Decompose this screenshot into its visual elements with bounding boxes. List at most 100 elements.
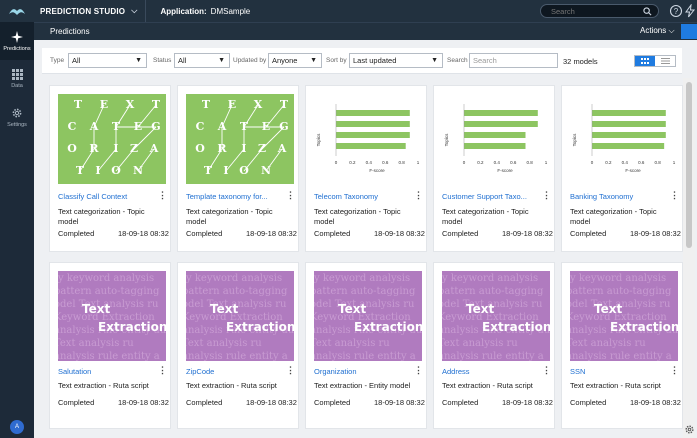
model-name-link[interactable]: Template taxonomy for... — [186, 192, 276, 201]
status-text: Completed — [314, 398, 351, 407]
sidebar-item-predictions[interactable]: Predictions — [0, 22, 34, 60]
model-count-number: 32 — [563, 57, 572, 66]
model-card[interactable]: T E X T C A T E G O R I Z A T I O N Template taxonomy for.… — [177, 85, 299, 252]
chart-bar — [592, 121, 666, 127]
updated-timestamp: 18-09-18 08:32 — [118, 229, 169, 238]
extraction-thumbnail: ty keyword analysispattern auto-taggingo… — [314, 273, 422, 361]
sort-by-value: Last updated — [353, 56, 397, 65]
model-card[interactable]: ty keyword analysis pattern auto-tagging o… — [177, 262, 299, 429]
status-text: Completed — [186, 398, 223, 407]
extraction-bg-text: ty keyword analysis — [186, 273, 282, 284]
extraction-thumbnail: ty keyword analysispattern auto-taggingo… — [186, 273, 294, 361]
taxonomy-letter: R — [89, 142, 99, 155]
model-card[interactable]: T E X T C A T E G O R I Z A T I O N Classify Call Context ⋮… — [49, 85, 171, 252]
model-card[interactable]: ty keyword analysis pattern auto-tagging o… — [49, 262, 171, 429]
extraction-title: Text — [338, 302, 366, 316]
sidebar-item-settings[interactable]: Settings — [0, 98, 34, 136]
extraction-bg-text: pattern auto-tagging — [58, 286, 160, 297]
list-view-icon — [660, 58, 670, 64]
model-thumbnail[interactable]: TEXTCATEGORIZATION — [58, 94, 166, 184]
model-thumbnail[interactable]: ty keyword analysis pattern auto-tagging o… — [186, 271, 294, 361]
model-card[interactable]: ty keyword analysis pattern auto-tagging o… — [433, 262, 555, 429]
model-search-input[interactable]: Search — [469, 53, 558, 68]
model-card[interactable]: Topics 0 0.2 0.4 0.6 0.8 1 F-score Customer Supp… — [433, 85, 555, 252]
new-button[interactable]: New — [681, 24, 697, 39]
model-thumbnail[interactable]: ty keyword analysis pattern auto-tagging o… — [58, 271, 166, 361]
model-name-link[interactable]: Telecom Taxonomy — [314, 192, 404, 201]
kebab-menu-icon[interactable]: ⋮ — [542, 365, 551, 376]
lightning-icon[interactable] — [683, 4, 697, 18]
taxonomy-letter: A — [149, 142, 159, 155]
status-filter-select[interactable]: All ▼ — [174, 53, 230, 68]
kebab-menu-icon[interactable]: ⋮ — [542, 190, 551, 201]
dropdown-arrow-icon: ▼ — [431, 57, 438, 64]
pega-logo-icon[interactable] — [0, 0, 34, 22]
model-card[interactable]: Topics 0 0.2 0.4 0.6 0.8 1 F-score Banking Taxon… — [561, 85, 683, 252]
taxonomy-letter: T — [280, 98, 289, 111]
kebab-menu-icon[interactable]: ⋮ — [158, 190, 167, 201]
chart-tick-label: 0.6 — [638, 160, 645, 165]
model-thumbnail[interactable]: Topics 0 0.2 0.4 0.6 0.8 1 F-score — [314, 94, 422, 184]
scrollbar-thumb[interactable] — [686, 82, 692, 248]
model-thumbnail[interactable]: ty keyword analysis pattern auto-tagging o… — [570, 271, 678, 361]
avatar[interactable]: A — [10, 420, 24, 434]
model-type-line: Text categorization - Topic — [314, 207, 401, 216]
studio-switcher[interactable]: PREDICTION STUDIO ⌵ — [34, 0, 147, 22]
model-name-link[interactable]: Customer Support Taxo... — [442, 192, 532, 201]
actions-menu[interactable]: Actions ⌵ — [640, 26, 675, 36]
global-search-input[interactable] — [551, 6, 641, 16]
help-icon[interactable]: ? — [669, 4, 683, 18]
grid-view-button[interactable] — [635, 56, 655, 66]
model-card[interactable]: Topics 0 0.2 0.4 0.6 0.8 1 F-score Telecom Taxon… — [305, 85, 427, 252]
status-text: Completed — [186, 229, 223, 238]
model-name-link[interactable]: SSN — [570, 367, 660, 376]
updated-by-filter-select[interactable]: Anyone ▼ — [268, 53, 322, 68]
model-type-line: Text extraction - Entity model — [314, 381, 411, 390]
model-name-link[interactable]: Salutation — [58, 367, 148, 376]
kebab-menu-icon[interactable]: ⋮ — [670, 365, 679, 376]
search-icon[interactable] — [643, 7, 652, 16]
chart-tick-label: 0.4 — [622, 160, 629, 165]
vertical-scrollbar[interactable] — [683, 78, 695, 438]
status-text: Completed — [570, 229, 607, 238]
taxonomy-letter: X — [126, 98, 135, 111]
kebab-menu-icon[interactable]: ⋮ — [286, 190, 295, 201]
status-text: Completed — [442, 229, 479, 238]
model-thumbnail[interactable]: ty keyword analysis pattern auto-tagging o… — [442, 271, 550, 361]
sidebar-item-data[interactable]: Data — [0, 60, 34, 98]
list-view-button[interactable] — [655, 56, 675, 66]
chart-tick-label: 0.2 — [605, 160, 612, 165]
extraction-thumbnail: ty keyword analysispattern auto-taggingo… — [570, 273, 678, 361]
extraction-bg-text: pattern auto-tagging — [442, 286, 544, 297]
chevron-down-icon: ⌵ — [131, 6, 138, 15]
kebab-menu-icon[interactable]: ⋮ — [414, 190, 423, 201]
model-name-link[interactable]: Organization — [314, 367, 404, 376]
model-card[interactable]: ty keyword analysis pattern auto-tagging o… — [561, 262, 683, 429]
model-name-link[interactable]: Address — [442, 367, 532, 376]
global-search[interactable] — [540, 4, 659, 18]
kebab-menu-icon[interactable]: ⋮ — [286, 365, 295, 376]
sort-by-select[interactable]: Last updated ▼ — [349, 53, 443, 68]
model-thumbnail[interactable]: Topics 0 0.2 0.4 0.6 0.8 1 F-score — [442, 94, 550, 184]
chart-tick-label: 0.2 — [349, 160, 356, 165]
model-name-link[interactable]: Banking Taxonomy — [570, 192, 660, 201]
model-thumbnail[interactable]: TEXTCATEGORIZATION — [186, 94, 294, 184]
updated-timestamp: 18-09-18 08:32 — [502, 398, 553, 407]
type-filter-select[interactable]: All ▼ — [68, 53, 147, 68]
status-text: Completed — [442, 398, 479, 407]
model-thumbnail[interactable]: Topics 0 0.2 0.4 0.6 0.8 1 F-score — [570, 94, 678, 184]
model-name-link[interactable]: ZipCode — [186, 367, 276, 376]
taxonomy-letter: T — [152, 98, 161, 111]
model-card[interactable]: ty keyword analysis pattern auto-tagging o… — [305, 262, 427, 429]
model-name-link[interactable]: Classify Call Context — [58, 192, 148, 201]
status-text: Completed — [314, 229, 351, 238]
gear-icon[interactable] — [684, 424, 695, 435]
model-type-line: Text extraction - Ruta script — [186, 381, 277, 390]
kebab-menu-icon[interactable]: ⋮ — [414, 365, 423, 376]
extraction-bg-text: analysis rule entity a — [442, 351, 544, 361]
model-thumbnail[interactable]: ty keyword analysis pattern auto-tagging o… — [314, 271, 422, 361]
kebab-menu-icon[interactable]: ⋮ — [158, 365, 167, 376]
model-type: Text categorization - Topic model — [58, 207, 158, 227]
kebab-menu-icon[interactable]: ⋮ — [670, 190, 679, 201]
chart-xlabel: F-score — [497, 168, 513, 173]
